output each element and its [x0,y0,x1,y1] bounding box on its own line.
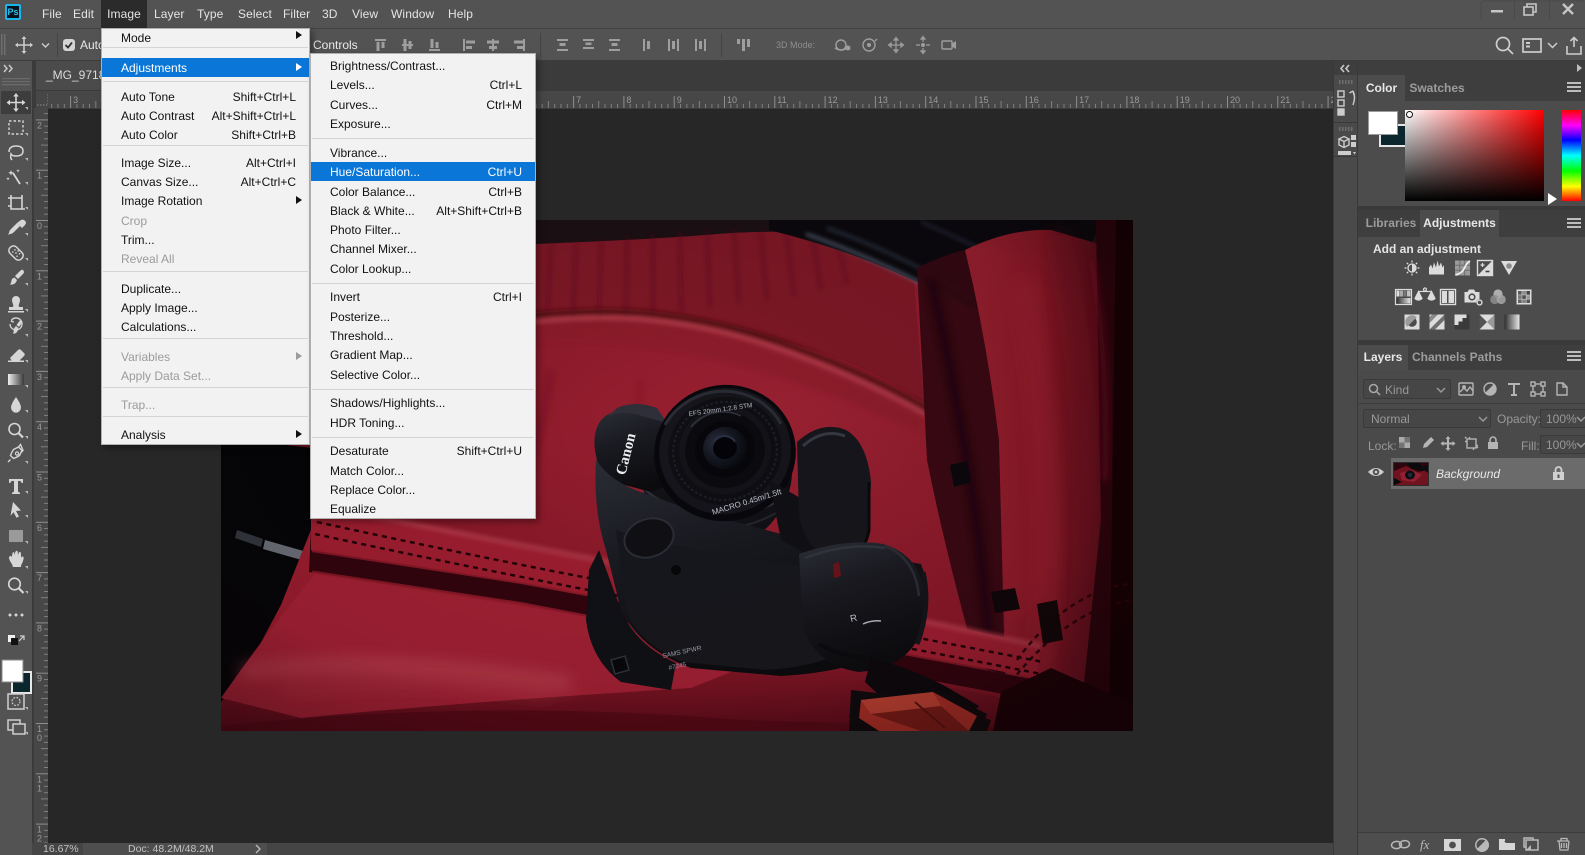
svg-text:10: 10 [727,95,737,105]
svg-text:18: 18 [1129,95,1139,105]
svg-text:1: 1 [37,783,42,793]
svg-text:3: 3 [73,95,78,105]
svg-text:8: 8 [37,623,42,633]
svg-text:2: 2 [37,322,42,332]
svg-text:2: 2 [37,120,42,130]
svg-text:14: 14 [928,95,938,105]
svg-text:21: 21 [1280,95,1290,105]
svg-text:19: 19 [1180,95,1190,105]
svg-text:0: 0 [37,221,42,231]
svg-text:2: 2 [37,834,42,843]
svg-text:12: 12 [828,95,838,105]
svg-text:7: 7 [37,573,42,583]
svg-text:9: 9 [37,674,42,684]
svg-text:3D Mode:: 3D Mode: [776,40,815,50]
svg-text:4: 4 [37,422,42,432]
svg-text:16: 16 [1029,95,1039,105]
svg-text:13: 13 [878,95,888,105]
svg-text:5: 5 [37,473,42,483]
svg-text:17: 17 [1079,95,1089,105]
svg-text:fx: fx [1420,837,1430,852]
svg-text:7: 7 [576,95,581,105]
svg-text:1: 1 [37,171,42,181]
svg-text:9: 9 [677,95,682,105]
svg-text:20: 20 [1230,95,1240,105]
svg-text:8: 8 [626,95,631,105]
svg-text:6: 6 [37,523,42,533]
svg-text:11: 11 [777,95,786,105]
svg-text:3: 3 [37,372,42,382]
svg-text:15: 15 [979,95,989,105]
svg-text:0: 0 [37,733,42,743]
svg-text:Controls: Controls [313,38,358,52]
svg-text:1: 1 [37,271,42,281]
